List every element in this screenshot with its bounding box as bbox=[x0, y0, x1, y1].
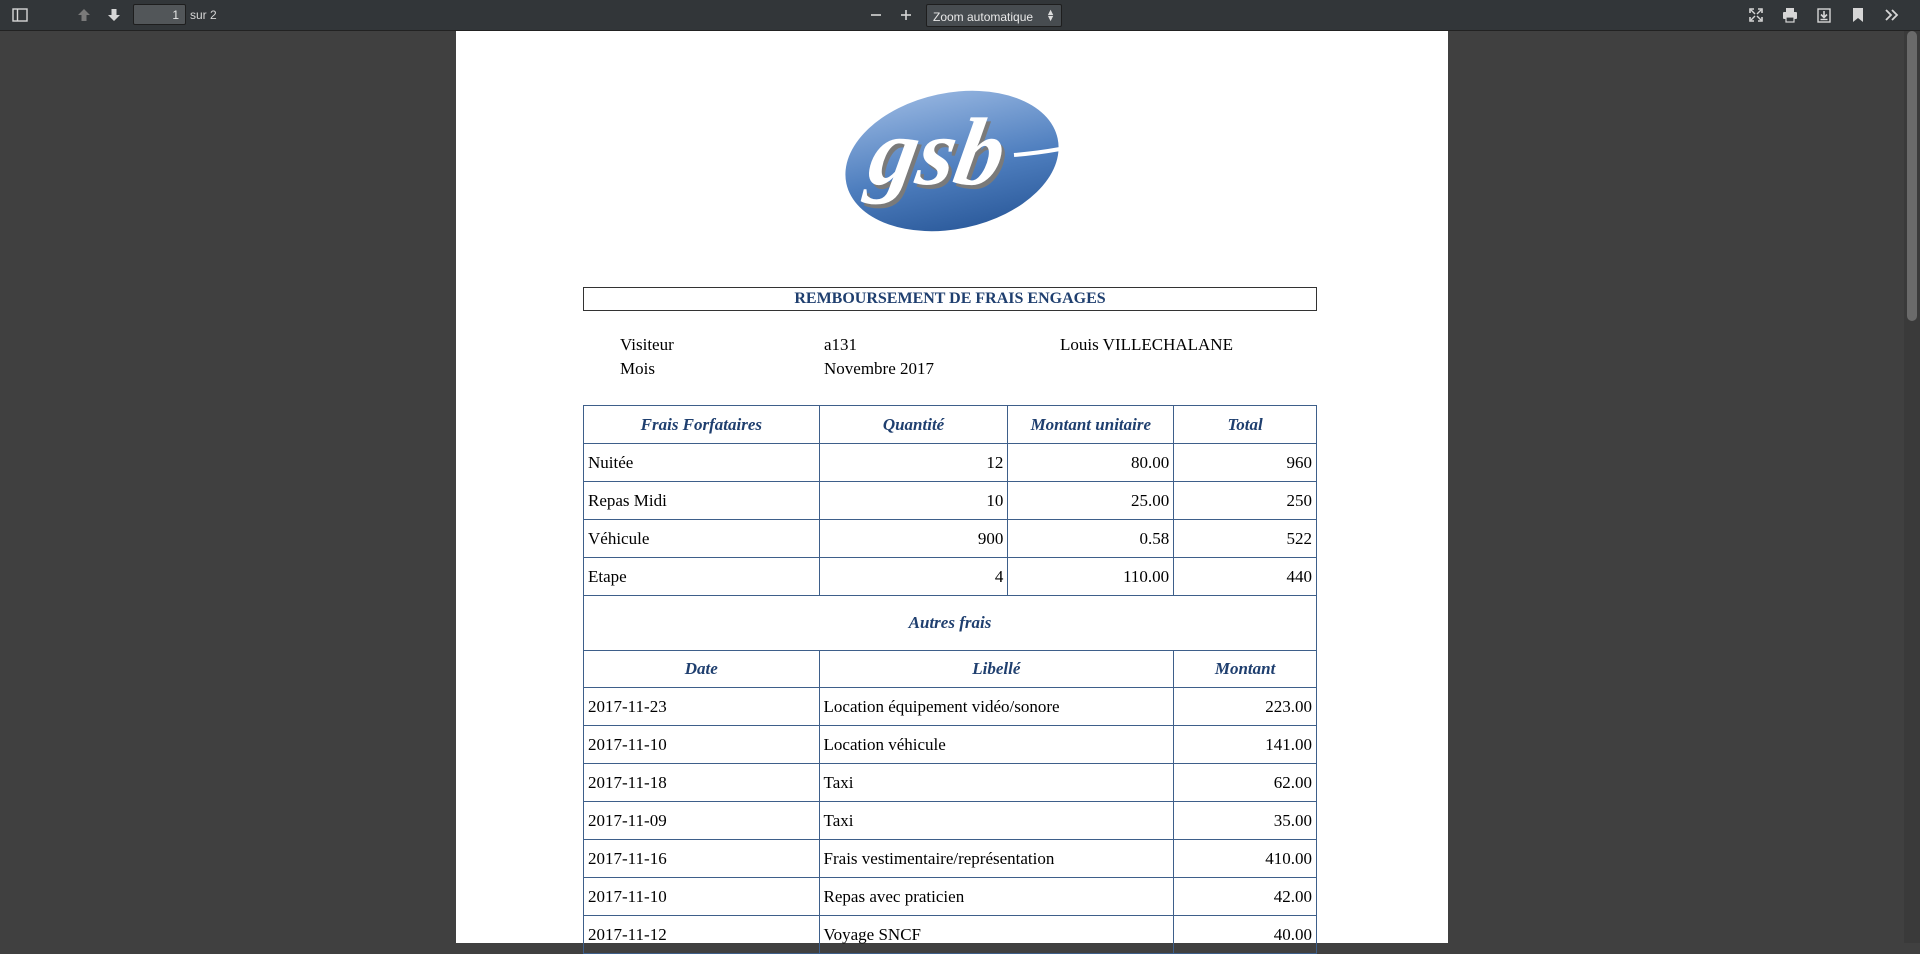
autre-montant: 141.00 bbox=[1173, 725, 1317, 764]
table-row: 2017-11-16 Frais vestimentaire/représent… bbox=[583, 839, 1317, 878]
gsb-logo: gsb gsb bbox=[838, 83, 1066, 235]
column-header: Total bbox=[1173, 405, 1317, 444]
forfait-qty: 10 bbox=[818, 481, 1009, 520]
mois-value: Novembre 2017 bbox=[824, 359, 935, 378]
autre-date: 2017-11-12 bbox=[583, 915, 820, 954]
table-row: Nuitée 12 80.00 960 bbox=[583, 443, 1317, 482]
forfait-total: 440 bbox=[1173, 557, 1317, 596]
forfait-qty: 4 bbox=[818, 557, 1009, 596]
scrollbar-thumb[interactable] bbox=[1907, 31, 1917, 321]
autre-libelle: Taxi bbox=[818, 801, 1175, 840]
table-row: Repas Midi 10 25.00 250 bbox=[583, 481, 1317, 520]
pdf-page: gsb gsb REMBOURSEMENT DE FRAIS ENGAGES V… bbox=[456, 31, 1448, 954]
table-row: 2017-11-18 Taxi 62.00 bbox=[583, 763, 1317, 802]
autre-date: 2017-11-16 bbox=[583, 839, 820, 878]
autre-libelle: Voyage SNCF bbox=[818, 915, 1175, 954]
visiteur-id: a131 bbox=[824, 335, 858, 354]
autre-libelle: Taxi bbox=[818, 763, 1175, 802]
visiteur-name: Louis VILLECHALANE bbox=[1060, 335, 1233, 354]
svg-text:gsb: gsb bbox=[860, 99, 1014, 205]
table-row: 2017-11-10 Location véhicule 141.00 bbox=[583, 725, 1317, 764]
autres-frais-title: Autres frais bbox=[583, 595, 1317, 651]
autre-date: 2017-11-10 bbox=[583, 877, 820, 916]
column-header: Montant bbox=[1173, 650, 1317, 688]
autre-montant: 62.00 bbox=[1173, 763, 1317, 802]
sidebar-toggle-icon[interactable] bbox=[8, 4, 32, 26]
zoom-select[interactable]: Zoom automatique ▲ ▼ bbox=[926, 4, 1062, 27]
forfait-label: Repas Midi bbox=[583, 481, 820, 520]
visiteur-label: Visiteur bbox=[620, 335, 674, 354]
table-header-row: Date Libellé Montant bbox=[583, 650, 1317, 688]
column-header: Quantité bbox=[818, 405, 1009, 444]
download-icon[interactable] bbox=[1812, 4, 1836, 26]
autre-libelle: Location véhicule bbox=[818, 725, 1175, 764]
table-row: Véhicule 900 0.58 522 bbox=[583, 519, 1317, 558]
forfait-unit: 110.00 bbox=[1007, 557, 1175, 596]
autres-frais-table: Autres frais Date Libellé Montant 2017-1… bbox=[583, 595, 1317, 954]
select-caret-icon: ▲ ▼ bbox=[1046, 7, 1055, 23]
zoom-in-icon[interactable] bbox=[894, 4, 918, 26]
forfait-unit: 80.00 bbox=[1007, 443, 1175, 482]
document-title: REMBOURSEMENT DE FRAIS ENGAGES bbox=[583, 287, 1317, 311]
pdf-toolbar: sur 2 Zoom automatique ▲▼ bbox=[0, 0, 1920, 31]
previous-page-icon[interactable] bbox=[72, 4, 96, 26]
tools-icon[interactable] bbox=[1880, 4, 1904, 26]
table-header-row: Frais Forfataires Quantité Montant unita… bbox=[583, 405, 1317, 444]
table-row: 2017-11-10 Repas avec praticien 42.00 bbox=[583, 877, 1317, 916]
bookmark-icon[interactable] bbox=[1846, 4, 1870, 26]
forfait-label: Véhicule bbox=[583, 519, 820, 558]
zoom-select-value: Zoom automatique bbox=[933, 10, 1034, 24]
column-header: Frais Forfataires bbox=[583, 405, 820, 444]
print-icon[interactable] bbox=[1778, 4, 1802, 26]
autre-libelle: Frais vestimentaire/représentation bbox=[818, 839, 1175, 878]
autre-montant: 42.00 bbox=[1173, 877, 1317, 916]
column-header: Montant unitaire bbox=[1007, 405, 1175, 444]
forfait-total: 960 bbox=[1173, 443, 1317, 482]
section-title-row: Autres frais bbox=[583, 595, 1317, 651]
next-page-icon[interactable] bbox=[102, 4, 126, 26]
forfait-label: Etape bbox=[583, 557, 820, 596]
autre-libelle: Location équipement vidéo/sonore bbox=[818, 687, 1175, 726]
presentation-mode-icon[interactable] bbox=[1744, 4, 1768, 26]
forfait-total: 522 bbox=[1173, 519, 1317, 558]
vertical-scrollbar[interactable] bbox=[1904, 31, 1920, 943]
forfait-qty: 12 bbox=[818, 443, 1009, 482]
autre-montant: 40.00 bbox=[1173, 915, 1317, 954]
mois-label: Mois bbox=[620, 359, 655, 378]
autre-date: 2017-11-09 bbox=[583, 801, 820, 840]
table-row: 2017-11-12 Voyage SNCF 40.00 bbox=[583, 915, 1317, 954]
table-row: 2017-11-09 Taxi 35.00 bbox=[583, 801, 1317, 840]
autre-montant: 410.00 bbox=[1173, 839, 1317, 878]
zoom-out-icon[interactable] bbox=[864, 4, 888, 26]
forfait-total: 250 bbox=[1173, 481, 1317, 520]
table-row: 2017-11-23 Location équipement vidéo/son… bbox=[583, 687, 1317, 726]
forfait-unit: 0.58 bbox=[1007, 519, 1175, 558]
autre-date: 2017-11-23 bbox=[583, 687, 820, 726]
table-row: Etape 4 110.00 440 bbox=[583, 557, 1317, 596]
forfait-qty: 900 bbox=[818, 519, 1009, 558]
page-total-label: sur 2 bbox=[190, 8, 217, 22]
forfait-label: Nuitée bbox=[583, 443, 820, 482]
autre-date: 2017-11-10 bbox=[583, 725, 820, 764]
column-header: Libellé bbox=[818, 650, 1175, 688]
autre-montant: 223.00 bbox=[1173, 687, 1317, 726]
column-header: Date bbox=[583, 650, 820, 688]
autre-montant: 35.00 bbox=[1173, 801, 1317, 840]
autre-date: 2017-11-18 bbox=[583, 763, 820, 802]
page-number-input[interactable] bbox=[133, 4, 186, 25]
frais-forfaitaires-table: Frais Forfataires Quantité Montant unita… bbox=[583, 405, 1317, 596]
forfait-unit: 25.00 bbox=[1007, 481, 1175, 520]
autre-libelle: Repas avec praticien bbox=[818, 877, 1175, 916]
